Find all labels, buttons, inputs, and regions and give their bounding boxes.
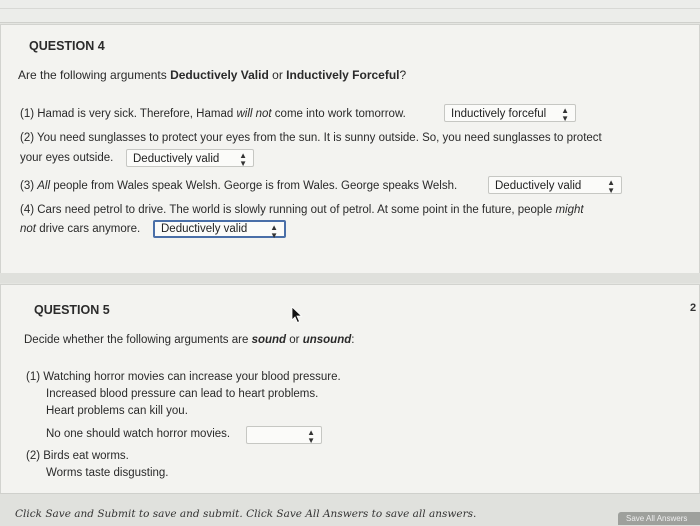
question-4-prompt: Are the following arguments Deductively … (18, 68, 407, 82)
footer-instructions: Click Save and Submit to save and submit… (15, 508, 477, 520)
q5-arg1-line3: Heart problems can kill you. (46, 405, 188, 417)
question-5-title: QUESTION 5 (34, 303, 110, 317)
dropdown-arrows-icon: ▲ ▼ (239, 151, 247, 168)
top-strip (0, 0, 700, 23)
q4-item-4-text-line1: (4) Cars need petrol to drive. The world… (20, 204, 584, 216)
mouse-cursor-icon (291, 306, 303, 324)
dropdown-arrows-icon: ▲ ▼ (307, 428, 315, 445)
side-page-badge: 2 (690, 302, 697, 314)
q4-item-1-text: (1) Hamad is very sick. Therefore, Hamad… (20, 108, 406, 120)
q5-arg1-line2: Increased blood pressure can lead to hea… (46, 388, 319, 400)
q5-arg2-line2: Worms taste disgusting. (46, 467, 169, 479)
footer-bar: Click Save and Submit to save and submit… (0, 493, 700, 526)
q4-item-3-text: (3) All people from Wales speak Welsh. G… (20, 180, 458, 192)
question-4-title: QUESTION 4 (29, 39, 105, 53)
q5-arg1-conclusion: No one should watch horror movies. (46, 428, 231, 440)
q4-item-2-dropdown[interactable]: Deductively valid ▲ ▼ (126, 149, 254, 168)
question-5-panel: QUESTION 5 Decide whether the following … (0, 284, 700, 494)
question-5-prompt: Decide whether the following arguments a… (24, 334, 355, 346)
q5-arg2-line1: (2) Birds eat worms. (26, 450, 129, 462)
panel-separator (0, 273, 700, 283)
q4-item-1-dropdown[interactable]: Inductively forceful ▲ ▼ (444, 104, 576, 123)
q4-item-2-text-line2: your eyes outside. (20, 152, 114, 164)
q4-item-4-dropdown[interactable]: Deductively valid ▲ ▼ (153, 220, 286, 240)
q5-arg1-line1: (1) Watching horror movies can increase … (26, 371, 341, 383)
question-4-panel: QUESTION 4 Are the following arguments D… (0, 24, 700, 274)
dropdown-arrows-icon: ▲ ▼ (270, 223, 278, 240)
q4-item-3-dropdown[interactable]: Deductively valid ▲ ▼ (488, 176, 622, 195)
q4-item-2-text-line1: (2) You need sunglasses to protect your … (20, 132, 602, 144)
save-all-answers-button[interactable]: Save All Answers (618, 512, 700, 525)
q5-arg1-dropdown[interactable]: ▲ ▼ (246, 426, 322, 445)
q4-item-4-text-line2: not drive cars anymore. (20, 223, 141, 235)
dropdown-arrows-icon: ▲ ▼ (607, 178, 615, 195)
dropdown-arrows-icon: ▲ ▼ (561, 106, 569, 123)
